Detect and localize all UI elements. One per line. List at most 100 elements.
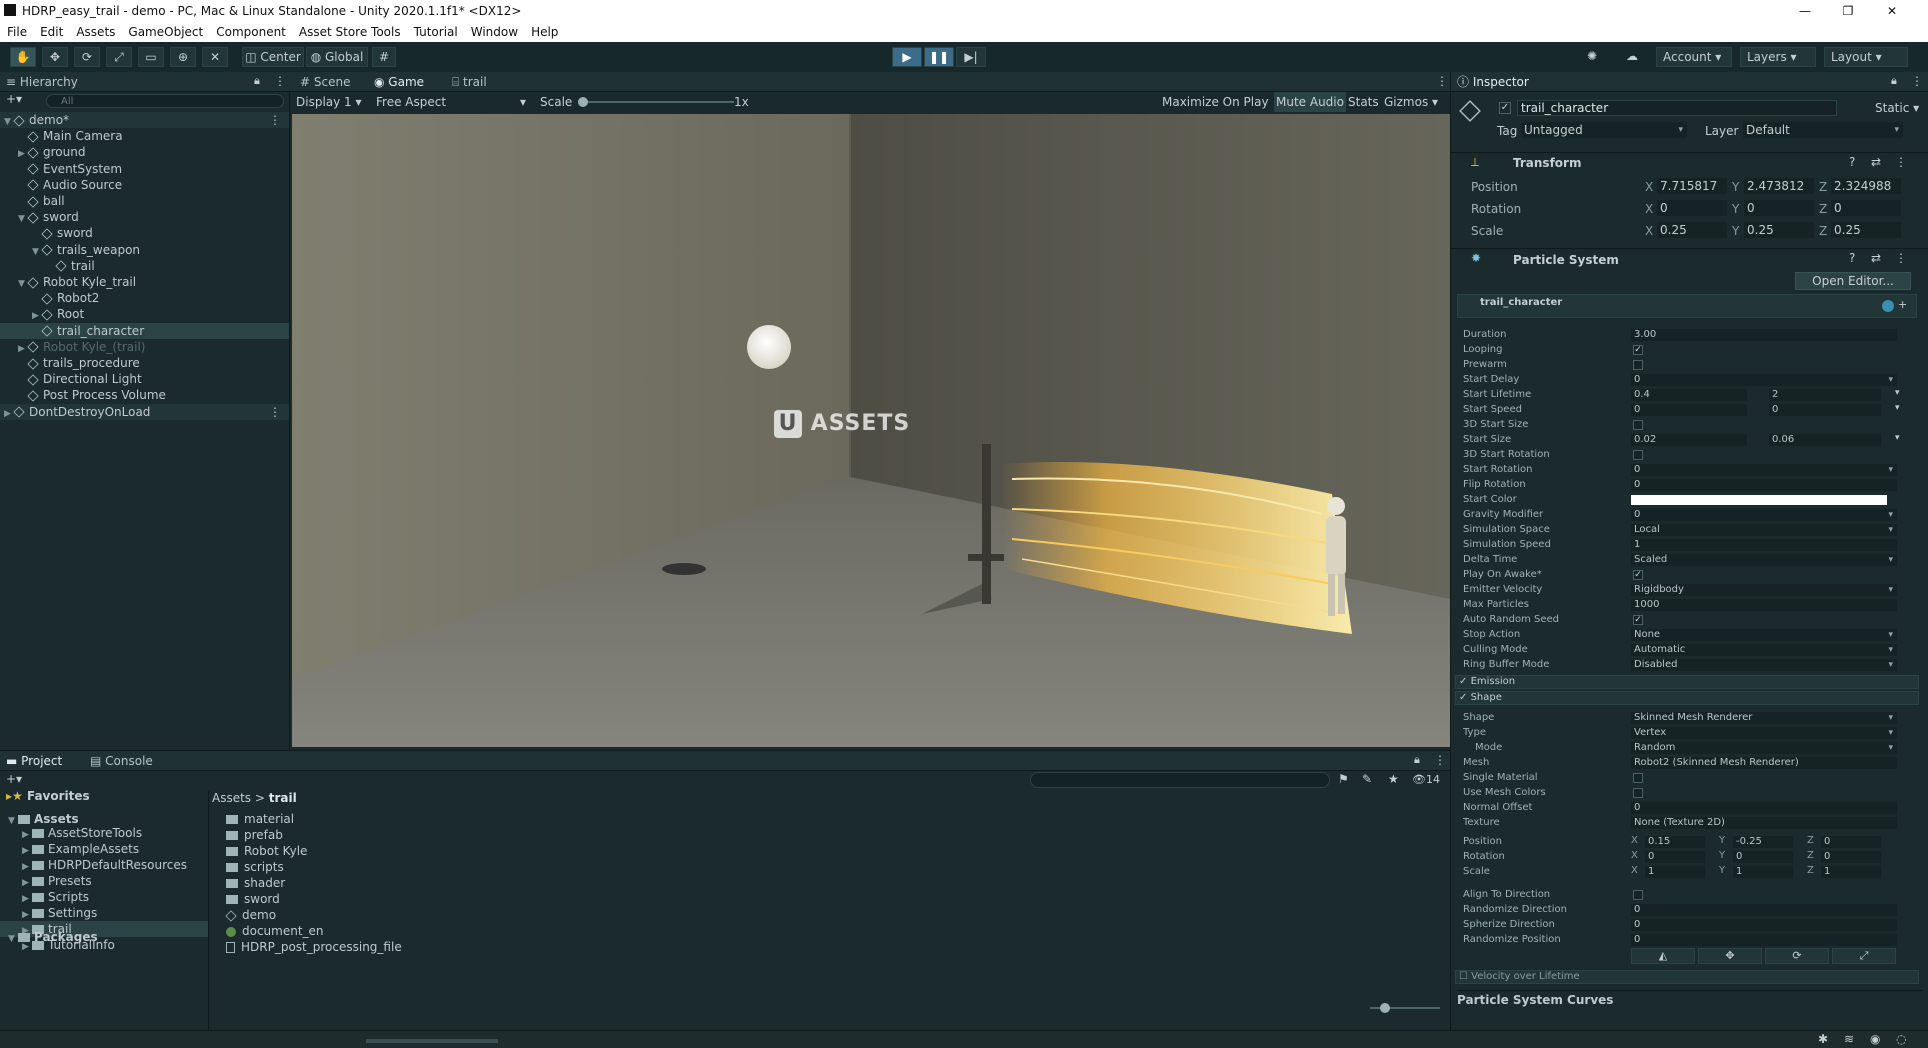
- step-button[interactable]: ▶|: [956, 47, 986, 67]
- particle-property-checkbox[interactable]: [1633, 890, 1643, 900]
- mute-audio-toggle[interactable]: Mute Audio: [1274, 92, 1346, 112]
- hierarchy-search-input[interactable]: [46, 94, 284, 108]
- project-file-item[interactable]: HDRP_post_processing_file: [226, 939, 402, 955]
- play-button[interactable]: ▶: [892, 47, 922, 67]
- curve-mode-dropdown-icon[interactable]: ▾: [1895, 403, 1900, 413]
- particle-property-value[interactable]: 3.00: [1631, 329, 1897, 341]
- transform-y-field[interactable]: 0: [1744, 200, 1814, 216]
- menu-gameobject[interactable]: GameObject: [128, 25, 203, 39]
- particle-property-checkbox[interactable]: [1633, 450, 1643, 460]
- static-dropdown[interactable]: Static ▾: [1875, 101, 1919, 115]
- particle-property-value[interactable]: 0.4: [1631, 389, 1747, 401]
- hierarchy-row[interactable]: ▼ demo* ⋮: [0, 112, 289, 128]
- project-file-item[interactable]: Robot Kyle: [226, 843, 307, 859]
- hierarchy-row[interactable]: ▼ sword: [0, 209, 289, 225]
- breadcrumb-trail[interactable]: trail: [269, 791, 297, 805]
- shape-x-field[interactable]: 0: [1645, 851, 1705, 863]
- shape-x-field[interactable]: 1: [1645, 866, 1705, 878]
- breadcrumb-assets[interactable]: Assets: [212, 791, 251, 805]
- hierarchy-row[interactable]: ▼ Robot Kyle_trail: [0, 274, 289, 290]
- rotate-shape-icon[interactable]: ⟳: [1765, 948, 1829, 964]
- maximize-icon[interactable]: ❐: [1838, 0, 1858, 22]
- zoom-slider-handle[interactable]: [1380, 1003, 1390, 1013]
- project-search-input[interactable]: [1030, 772, 1330, 788]
- particle-property-value[interactable]: Automatic: [1631, 644, 1897, 656]
- hierarchy-tab[interactable]: ≡ Hierarchy: [6, 73, 78, 91]
- more-options-icon[interactable]: ⋮: [1436, 74, 1448, 88]
- particle-property-value[interactable]: Random: [1631, 742, 1897, 754]
- shape-y-field[interactable]: 0: [1733, 851, 1793, 863]
- collab-icon[interactable]: ✺: [1578, 47, 1606, 67]
- account-dropdown[interactable]: Account ▾: [1656, 47, 1732, 67]
- particle-property-value[interactable]: Disabled: [1631, 659, 1897, 671]
- shape-z-field[interactable]: 0: [1821, 851, 1881, 863]
- hierarchy-row[interactable]: trail: [0, 258, 289, 274]
- shape-z-field[interactable]: 1: [1821, 866, 1881, 878]
- close-icon[interactable]: ✕: [1882, 0, 1902, 22]
- particle-property-value[interactable]: 0: [1631, 509, 1897, 521]
- project-tree-item[interactable]: ▶ ExampleAssets: [0, 841, 208, 857]
- shape-z-field[interactable]: 0: [1821, 836, 1881, 848]
- curve-mode-dropdown-icon[interactable]: ▾: [1895, 433, 1900, 443]
- hidden-packages-count[interactable]: 👁︎14: [1412, 773, 1440, 786]
- particle-property-checkbox[interactable]: [1633, 788, 1643, 798]
- menu-window[interactable]: Window: [471, 25, 518, 39]
- more-options-icon[interactable]: ⋮: [269, 404, 281, 420]
- edit-shape-icon[interactable]: ◭: [1631, 948, 1695, 964]
- tab-scene[interactable]: # Scene: [300, 73, 350, 91]
- game-viewport[interactable]: U ASSETS: [292, 114, 1450, 747]
- more-options-icon[interactable]: ⋮: [274, 74, 286, 88]
- tree-splitter[interactable]: [208, 791, 209, 1031]
- favorites-row[interactable]: ▸★ Favorites: [6, 789, 90, 803]
- particle-property-checkbox[interactable]: ✓: [1633, 345, 1643, 355]
- shape-y-field[interactable]: -0.25: [1733, 836, 1793, 848]
- scale-tool-icon[interactable]: ⤢: [106, 47, 132, 67]
- hierarchy-row[interactable]: ▶ Root: [0, 306, 289, 322]
- hierarchy-row[interactable]: Audio Source: [0, 177, 289, 193]
- project-tree-item[interactable]: ▶ Scripts: [0, 889, 208, 905]
- inspector-tab[interactable]: ⓘ Inspector: [1457, 73, 1529, 91]
- object-name-field[interactable]: [1517, 100, 1837, 116]
- move-shape-icon[interactable]: ✥: [1698, 948, 1762, 964]
- particle-property-value[interactable]: 0: [1631, 802, 1897, 814]
- pivot-global-button[interactable]: ◍ Global: [306, 47, 368, 67]
- expand-arrow-icon[interactable]: ▶: [4, 406, 14, 422]
- transform-z-field[interactable]: 0.25: [1831, 222, 1901, 238]
- grid-snap-icon[interactable]: #: [372, 47, 396, 67]
- active-checkbox[interactable]: ✓: [1499, 102, 1511, 114]
- particle-property-value-max[interactable]: 0: [1769, 404, 1881, 416]
- project-tree-item[interactable]: ▶ Presets: [0, 873, 208, 889]
- expand-arrow-icon[interactable]: ▼: [8, 931, 18, 947]
- component-menu-icon[interactable]: ⋮: [1895, 251, 1907, 265]
- scale-slider[interactable]: [578, 101, 734, 103]
- particle-property-value[interactable]: Vertex: [1631, 727, 1897, 739]
- particle-property-value[interactable]: None (Texture 2D): [1631, 817, 1897, 829]
- module-enabled-checkbox[interactable]: ☐: [1459, 971, 1471, 982]
- transform-x-field[interactable]: 0.25: [1657, 222, 1727, 238]
- layers-dropdown[interactable]: Layers ▾: [1740, 47, 1816, 67]
- layer-dropdown[interactable]: Default: [1743, 122, 1903, 138]
- filter-type-icon[interactable]: ⚑: [1338, 772, 1349, 786]
- hierarchy-row[interactable]: trails_procedure: [0, 355, 289, 371]
- add-icon[interactable]: +: [1898, 298, 1907, 311]
- custom-tool-icon[interactable]: ✕: [202, 47, 228, 67]
- menu-help[interactable]: Help: [531, 25, 558, 39]
- particle-main-module-header[interactable]: trail_character +: [1457, 294, 1917, 318]
- particle-property-value-max[interactable]: 2: [1769, 389, 1881, 401]
- network-icon[interactable]: ◉: [1870, 1032, 1880, 1046]
- more-options-icon[interactable]: ⋮: [1434, 753, 1446, 767]
- layers-status-icon[interactable]: ≋: [1844, 1032, 1854, 1046]
- transform-y-field[interactable]: 2.473812: [1744, 178, 1814, 194]
- particle-property-value[interactable]: 1000: [1631, 599, 1897, 611]
- hierarchy-row[interactable]: ▼ trails_weapon: [0, 242, 289, 258]
- project-file-item[interactable]: demo: [225, 907, 276, 923]
- particle-property-value[interactable]: Rigidbody: [1631, 584, 1897, 596]
- particle-property-value[interactable]: 0: [1631, 464, 1897, 476]
- tag-dropdown[interactable]: Untagged: [1521, 122, 1687, 138]
- hierarchy-row[interactable]: ball: [0, 193, 289, 209]
- project-file-item[interactable]: sword: [226, 891, 280, 907]
- particle-property-value[interactable]: Robot2 (Skinned Mesh Renderer): [1631, 757, 1897, 769]
- more-options-icon[interactable]: ⋮: [1911, 74, 1923, 88]
- particle-property-checkbox[interactable]: ✓: [1633, 615, 1643, 625]
- module-header[interactable]: ☐ Velocity over Lifetime: [1455, 970, 1919, 984]
